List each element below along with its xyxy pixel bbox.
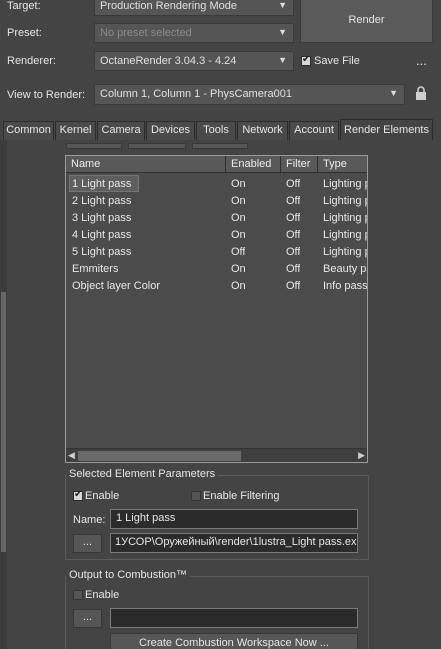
element-output-path-field[interactable]: 1УСОР\Оружейный\render\1lustra_Light pas… <box>110 533 358 553</box>
table-row-enabled[interactable]: On <box>231 261 246 278</box>
table-scrollbar-thumb[interactable] <box>78 451 241 461</box>
table-row-filter[interactable]: Off <box>286 261 300 278</box>
combustion-browse-button[interactable]: ... <box>73 609 102 628</box>
table-row-enabled[interactable]: On <box>231 176 246 193</box>
table-row-name[interactable]: 5 Light pass <box>72 244 131 261</box>
panel-scrollbar-thumb[interactable] <box>1 292 6 552</box>
table-row-enabled[interactable]: On <box>231 227 246 244</box>
tab-kernel[interactable]: Kernel <box>55 121 96 140</box>
table-row-filter[interactable]: Off <box>286 227 300 244</box>
column-header-name[interactable]: Name <box>66 156 226 173</box>
more-options-button[interactable]: ... <box>416 53 427 68</box>
element-name-label: Name: <box>73 514 106 526</box>
table-row-name[interactable]: Emmiters <box>72 261 118 278</box>
table-row-enabled[interactable]: Off <box>231 244 245 261</box>
view-value: Column 1, Column 1 - PhysCamera001 <box>100 88 292 100</box>
combustion-enable-label: Enable <box>85 589 120 601</box>
target-label: Target: <box>7 0 41 12</box>
table-row-type[interactable]: Lighting p <box>323 210 367 227</box>
renderer-dropdown[interactable]: OctaneRender 3.04.3 - 4.24 ▼ <box>94 51 294 71</box>
render-elements-table[interactable]: Name Enabled Filter Type 1 Light pass On… <box>65 155 368 463</box>
preset-label: Preset: <box>7 27 42 39</box>
preset-dropdown[interactable]: No preset selected ▼ <box>94 23 294 43</box>
render-button[interactable]: Render <box>300 0 433 43</box>
tab-common[interactable]: Common <box>3 121 54 140</box>
tab-devices[interactable]: Devices <box>146 121 195 140</box>
enable-filtering-checkbox[interactable] <box>191 491 201 501</box>
table-row-type[interactable]: Lighting p <box>323 176 367 193</box>
enable-element-checkbox[interactable] <box>73 489 83 501</box>
panel-scrollbar[interactable] <box>0 140 7 649</box>
chevron-down-icon: ▼ <box>278 27 287 37</box>
enable-filtering-label: Enable Filtering <box>203 490 280 502</box>
table-row-name[interactable]: 2 Light pass <box>72 193 131 210</box>
table-row-name[interactable]: 1 Light pass <box>69 175 139 192</box>
table-row-type[interactable]: Info pass <box>323 278 367 295</box>
table-row-type[interactable]: Beauty pa <box>323 261 367 278</box>
column-header-filter[interactable]: Filter <box>281 156 318 173</box>
table-row-name[interactable]: 3 Light pass <box>72 210 131 227</box>
chevron-down-icon: ▼ <box>389 88 398 98</box>
renderer-value: OctaneRender 3.04.3 - 4.24 <box>100 55 237 67</box>
tab-network[interactable]: Network <box>237 121 288 140</box>
output-to-combustion-title: Output to Combustion™ <box>66 569 191 581</box>
view-to-render-dropdown[interactable]: Column 1, Column 1 - PhysCamera001 ▼ <box>94 84 405 105</box>
view-to-render-label: View to Render: <box>7 89 86 101</box>
tab-account[interactable]: Account <box>289 121 339 140</box>
browse-output-button[interactable]: ... <box>73 534 102 553</box>
table-row-filter[interactable]: Off <box>286 210 300 227</box>
target-dropdown[interactable]: Production Rendering Mode ▼ <box>94 0 294 16</box>
combustion-path-field[interactable] <box>110 608 358 628</box>
arrow-right-icon[interactable]: ▶ <box>358 450 365 461</box>
table-row-type[interactable]: Lighting p <box>323 244 367 261</box>
tab-bar: Common Kernel Camera Devices Tools Netwo… <box>0 119 441 140</box>
element-name-field[interactable]: 1 Light pass <box>110 509 358 529</box>
enable-element-label: Enable <box>85 490 120 502</box>
renderer-label: Renderer: <box>7 55 56 67</box>
table-horizontal-scrollbar[interactable]: ◀ ▶ <box>66 448 367 462</box>
lock-icon[interactable] <box>415 86 427 101</box>
create-combustion-workspace-button[interactable]: Create Combustion Workspace Now ... <box>110 633 358 649</box>
table-row-type[interactable]: Lighting p <box>323 227 367 244</box>
table-row-filter[interactable]: Off <box>286 193 300 210</box>
toolbar-button[interactable] <box>66 143 122 149</box>
table-row-name[interactable]: 4 Light pass <box>72 227 131 244</box>
table-row-enabled[interactable]: On <box>231 210 246 227</box>
target-value: Production Rendering Mode <box>100 0 237 12</box>
table-row-enabled[interactable]: On <box>231 278 246 295</box>
toolbar-button[interactable] <box>192 143 248 149</box>
table-row-filter[interactable]: Off <box>286 244 300 261</box>
table-row-type[interactable]: Lighting p <box>323 193 367 210</box>
table-row-name[interactable]: Object layer Color <box>72 278 160 295</box>
tab-camera[interactable]: Camera <box>97 121 145 140</box>
chevron-down-icon: ▼ <box>278 55 287 65</box>
save-file-label: Save File <box>314 55 360 67</box>
column-header-type[interactable]: Type <box>318 156 367 173</box>
selected-element-parameters-title: Selected Element Parameters <box>66 468 219 480</box>
toolbar-button[interactable] <box>128 143 186 149</box>
arrow-left-icon[interactable]: ◀ <box>68 450 75 461</box>
table-row-filter[interactable]: Off <box>286 176 300 193</box>
tab-render-elements[interactable]: Render Elements <box>340 119 433 140</box>
table-row-filter[interactable]: Off <box>286 278 300 295</box>
tab-tools[interactable]: Tools <box>196 121 236 140</box>
preset-value: No preset selected <box>100 27 192 39</box>
combustion-enable-checkbox[interactable] <box>73 590 83 600</box>
column-header-enabled[interactable]: Enabled <box>226 156 281 173</box>
table-row-enabled[interactable]: On <box>231 193 246 210</box>
save-file-checkbox[interactable] <box>301 54 311 66</box>
chevron-down-icon: ▼ <box>278 0 287 10</box>
